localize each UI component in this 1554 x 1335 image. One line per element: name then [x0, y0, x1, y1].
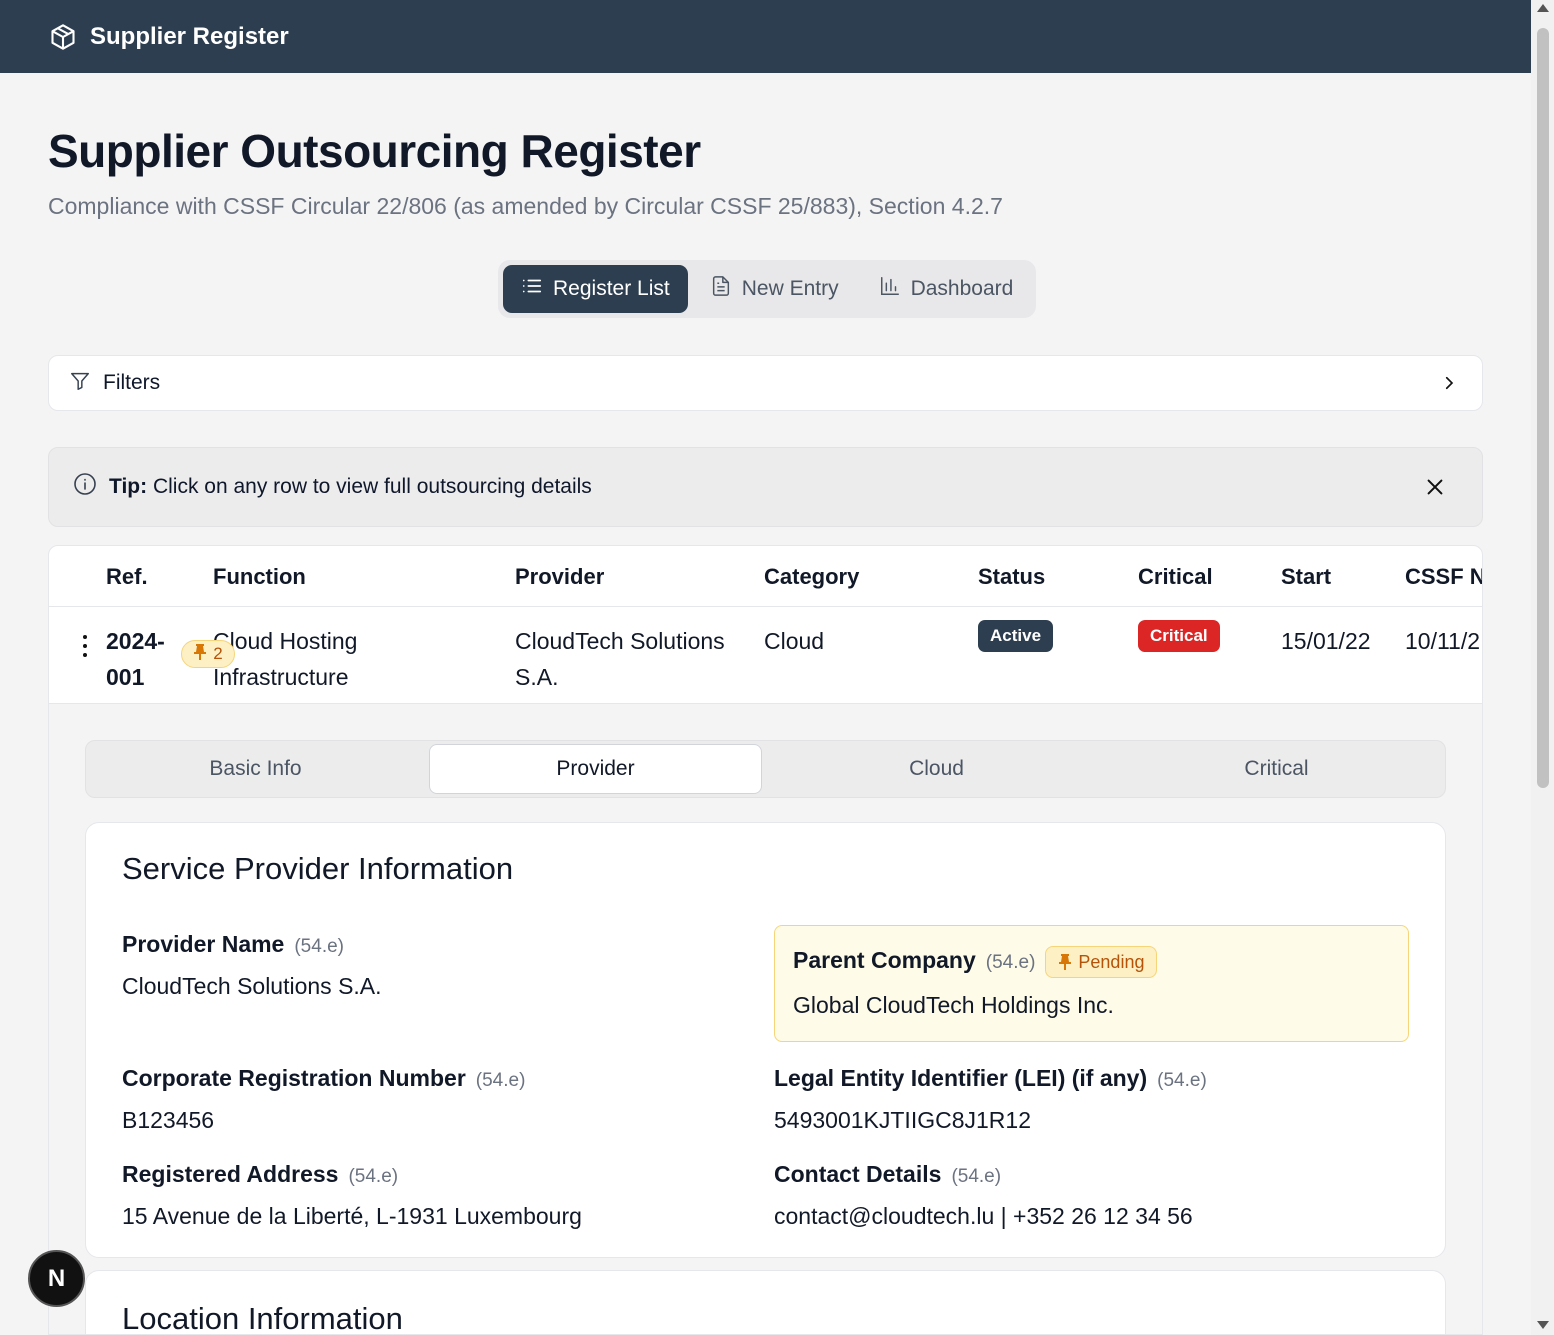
file-icon	[710, 275, 732, 303]
reference-code: (54.e)	[985, 952, 1036, 974]
card-title: Location Information	[122, 1301, 403, 1335]
pin-icon	[1059, 954, 1072, 970]
filters-panel[interactable]: Filters	[48, 355, 1483, 411]
bar-chart-icon	[879, 275, 901, 303]
tab-register-list[interactable]: Register List	[503, 265, 688, 313]
label-text: Registered Address	[122, 1161, 339, 1187]
tip-message: Click on any row to view full outsourcin…	[147, 475, 592, 498]
reference-code: (54.e)	[951, 1166, 1002, 1187]
column-header-category[interactable]: Category	[764, 564, 859, 590]
app-title: Supplier Register	[90, 22, 289, 50]
tab-label: Dashboard	[910, 277, 1014, 300]
parent-company-label: Parent Company (54.e) Pending	[793, 946, 1158, 978]
reference-code: (54.e)	[475, 1070, 526, 1091]
label-text: Provider Name	[122, 931, 285, 957]
lei-value: 5493001KJTIIGC8J1R12	[774, 1107, 1031, 1133]
chevron-right-icon[interactable]	[1440, 374, 1458, 397]
pending-label: Pending	[1078, 951, 1145, 972]
contact-value: contact@cloudtech.lu | +352 26 12 34 56	[774, 1203, 1193, 1229]
provider-name-value: CloudTech Solutions S.A.	[122, 973, 382, 999]
reference-code: (54.e)	[294, 936, 344, 957]
critical-badge: Critical	[1138, 620, 1220, 652]
status-badge: Active	[978, 620, 1054, 652]
parent-company-highlight: Parent Company (54.e) Pending Global Cloud…	[774, 925, 1409, 1042]
pending-count: 2	[213, 644, 223, 663]
contact-label: Contact Details (54.e)	[774, 1161, 1001, 1188]
label-text: Legal Entity Identifier (LEI) (if any)	[774, 1065, 1148, 1091]
card-title: Service Provider Information	[122, 851, 514, 886]
register-table: Ref. Function Provider Category Status C…	[48, 545, 1483, 1335]
tab-label: Register List	[553, 277, 670, 300]
filter-icon	[69, 370, 91, 397]
row-start-date: 15/01/22	[1281, 628, 1371, 654]
row-provider-line: CloudTech Solutions	[515, 628, 725, 654]
more-options-icon[interactable]	[79, 631, 91, 661]
registration-number-value: B123456	[122, 1107, 215, 1133]
row-ref: 2024- 001	[106, 623, 165, 695]
row-provider: CloudTech Solutions S.A.	[515, 623, 725, 695]
row-category: Cloud	[764, 628, 825, 654]
main-tabs: Register List New Entry Dashboard	[498, 260, 1037, 318]
package-icon	[48, 22, 78, 52]
row-cssf-notified: 10/11/2	[1405, 628, 1481, 654]
row-function: Cloud Hosting Infrastructure	[213, 623, 357, 695]
row-ref-line: 001	[106, 664, 145, 690]
tip-prefix: Tip:	[109, 475, 148, 498]
scroll-up-icon[interactable]	[1537, 4, 1549, 12]
tab-label: New Entry	[741, 277, 839, 300]
row-ref-line: 2024-	[106, 628, 165, 654]
tab-cloud[interactable]: Cloud	[770, 744, 1103, 794]
page-subtitle: Compliance with CSSF Circular 22/806 (as…	[48, 193, 1003, 219]
label-text: Contact Details	[774, 1161, 942, 1187]
address-value: 15 Avenue de la Liberté, L-1931 Luxembou…	[122, 1203, 582, 1229]
column-header-cssf-notified[interactable]: CSSF N	[1405, 564, 1482, 590]
parent-company-value: Global CloudTech Holdings Inc.	[793, 992, 1114, 1018]
tab-dashboard[interactable]: Dashboard	[861, 265, 1032, 313]
nextjs-dev-badge[interactable]: N	[28, 1250, 85, 1307]
tab-critical[interactable]: Critical	[1110, 744, 1443, 794]
location-info-card: Location Information	[85, 1270, 1446, 1335]
detail-tabs: Basic Info Provider Cloud Critical	[85, 740, 1446, 798]
scroll-down-icon[interactable]	[1537, 1321, 1549, 1329]
provider-name-label: Provider Name (54.e)	[122, 931, 344, 958]
tip-banner: Tip: Click on any row to view full outso…	[48, 447, 1483, 527]
close-icon[interactable]	[1424, 476, 1446, 504]
column-header-provider[interactable]: Provider	[515, 564, 604, 590]
label-text: Parent Company	[793, 947, 976, 974]
reference-code: (54.e)	[1157, 1070, 1207, 1091]
column-header-status[interactable]: Status	[978, 564, 1045, 590]
table-row[interactable]: 2024- 001 Cloud Hosting Infrastructure C…	[49, 607, 1482, 704]
filters-label: Filters	[103, 371, 161, 394]
row-function-line: Infrastructure	[213, 664, 349, 690]
registration-number-label: Corporate Registration Number (54.e)	[122, 1065, 525, 1092]
scrollbar-thumb[interactable]	[1537, 28, 1549, 788]
pin-icon	[193, 643, 207, 665]
tab-new-entry[interactable]: New Entry	[692, 265, 857, 313]
column-header-start[interactable]: Start	[1281, 564, 1331, 590]
tab-basic-info[interactable]: Basic Info	[89, 744, 422, 794]
label-text: Corporate Registration Number	[122, 1065, 466, 1091]
table-header: Ref. Function Provider Category Status C…	[49, 546, 1482, 607]
row-details: Basic Info Provider Cloud Critical Servi…	[49, 704, 1482, 1335]
info-icon	[73, 472, 97, 502]
column-header-function[interactable]: Function	[213, 564, 306, 590]
reference-code: (54.e)	[348, 1166, 399, 1187]
column-header-critical[interactable]: Critical	[1138, 564, 1213, 590]
page-title: Supplier Outsourcing Register	[48, 125, 701, 177]
pending-badge: Pending	[1045, 946, 1158, 978]
list-icon	[521, 275, 543, 303]
tip-text: Tip: Click on any row to view full outso…	[109, 475, 592, 499]
top-bar: Supplier Register	[0, 0, 1531, 73]
column-header-ref[interactable]: Ref.	[106, 564, 148, 590]
pending-count-badge: 2	[181, 640, 235, 668]
provider-info-card: Service Provider Information Provider Na…	[85, 822, 1446, 1258]
lei-label: Legal Entity Identifier (LEI) (if any) (5…	[774, 1065, 1207, 1092]
row-provider-line: S.A.	[515, 664, 559, 690]
tab-provider[interactable]: Provider	[429, 744, 762, 794]
address-label: Registered Address (54.e)	[122, 1161, 398, 1188]
page-scrollbar[interactable]	[1531, 0, 1554, 1335]
